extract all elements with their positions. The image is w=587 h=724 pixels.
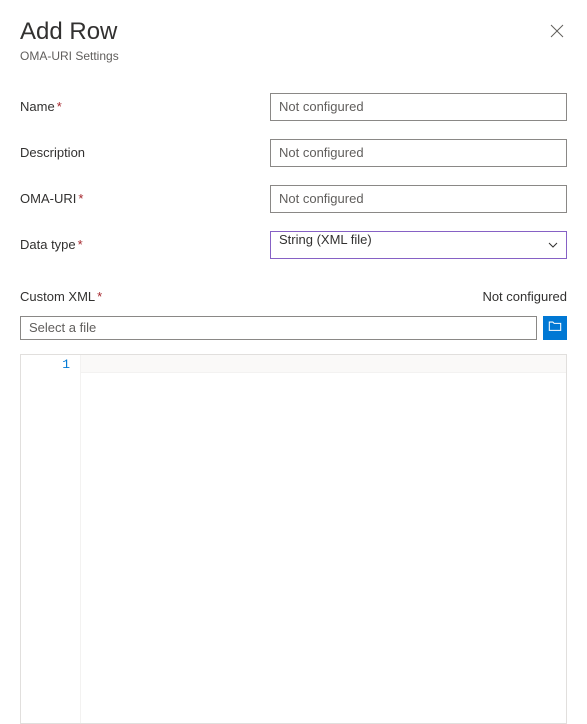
required-indicator: *: [97, 289, 102, 304]
editor-current-line: [81, 355, 566, 373]
custom-xml-status: Not configured: [482, 289, 567, 304]
oma-uri-input[interactable]: [270, 185, 567, 213]
editor-content[interactable]: [81, 355, 566, 723]
custom-xml-label: Custom XML*: [20, 289, 102, 304]
dialog-title: Add Row: [20, 18, 117, 47]
required-indicator: *: [78, 237, 83, 252]
close-icon: [550, 24, 564, 41]
browse-file-button[interactable]: [543, 316, 567, 340]
required-indicator: *: [57, 99, 62, 114]
required-indicator: *: [78, 191, 83, 206]
dialog-subtitle: OMA-URI Settings: [20, 49, 567, 63]
editor-gutter: 1: [21, 355, 81, 723]
data-type-select[interactable]: String (XML file): [270, 231, 567, 259]
description-input[interactable]: [270, 139, 567, 167]
line-number: 1: [21, 357, 70, 372]
xml-editor[interactable]: 1: [20, 354, 567, 724]
data-type-label: Data type*: [20, 237, 270, 252]
folder-icon: [548, 319, 562, 336]
name-label: Name*: [20, 99, 270, 114]
name-input[interactable]: [270, 93, 567, 121]
file-path-input[interactable]: [20, 316, 537, 340]
oma-uri-label: OMA-URI*: [20, 191, 270, 206]
close-button[interactable]: [547, 22, 567, 42]
description-label: Description: [20, 145, 270, 160]
